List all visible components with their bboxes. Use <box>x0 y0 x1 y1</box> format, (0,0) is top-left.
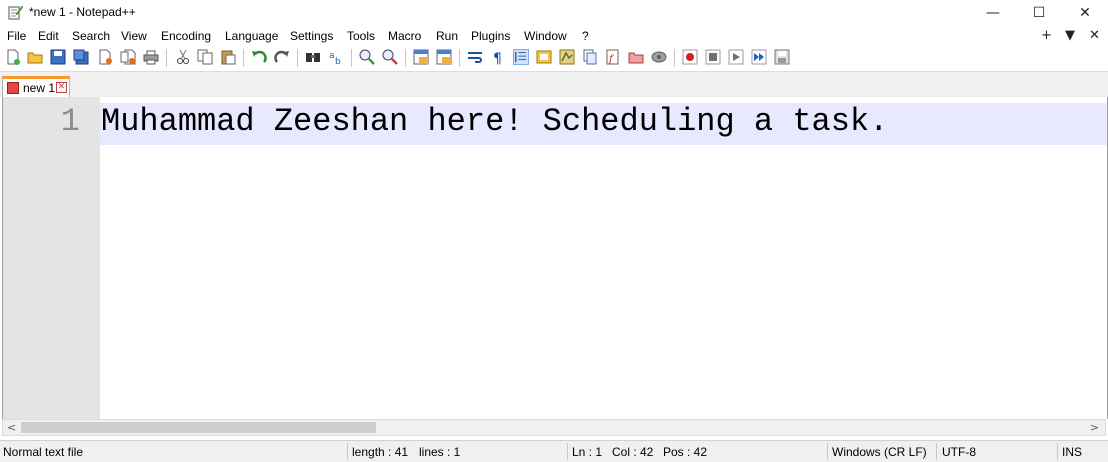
toolbar-separator <box>459 49 460 67</box>
close-window-button[interactable]: ✕ <box>1062 0 1108 26</box>
status-eol-format[interactable]: Windows (CR LF) <box>832 445 927 459</box>
toolbar-separator <box>243 49 244 67</box>
undo-icon[interactable] <box>251 49 267 65</box>
record-macro-icon[interactable] <box>682 49 698 65</box>
close-all-icon[interactable] <box>120 49 136 65</box>
toolbar: ab ¶ f <box>0 46 1108 70</box>
zoom-out-icon[interactable] <box>382 49 398 65</box>
redo-icon[interactable] <box>274 49 290 65</box>
document-map-icon[interactable] <box>559 49 575 65</box>
paste-icon[interactable] <box>220 49 236 65</box>
copy-icon[interactable] <box>197 49 213 65</box>
tab-label: new 1 <box>23 81 56 95</box>
folder-as-workspace-icon[interactable] <box>628 49 644 65</box>
status-line: Ln : 1 <box>572 445 603 459</box>
scroll-right-arrow[interactable]: > <box>1090 421 1099 434</box>
horizontal-scrollbar[interactable]: < > <box>2 419 1106 436</box>
new-file-icon[interactable] <box>5 49 21 65</box>
run-macro-multiple-icon[interactable] <box>751 49 767 65</box>
menu-view[interactable]: View <box>121 29 147 43</box>
window-title: *new 1 - Notepad++ <box>29 5 136 19</box>
status-separator <box>936 443 937 460</box>
maximize-button[interactable]: ☐ <box>1016 0 1062 26</box>
title-bar: *new 1 - Notepad++ — ☐ ✕ <box>0 0 1108 26</box>
scrollbar-thumb[interactable] <box>21 422 376 433</box>
svg-text:¶: ¶ <box>493 51 502 65</box>
tab-close-icon[interactable]: ✕ <box>56 82 67 93</box>
menu-help[interactable]: ? <box>582 29 589 43</box>
status-file-type: Normal text file <box>3 445 84 459</box>
line-number-gutter: 1 <box>3 97 100 419</box>
playback-macro-icon[interactable] <box>728 49 744 65</box>
notepad-plus-plus-logo-icon <box>8 5 23 20</box>
find-icon[interactable] <box>305 49 321 65</box>
word-wrap-icon[interactable] <box>467 49 483 65</box>
menu-file[interactable]: File <box>7 29 26 43</box>
status-position: Pos : 42 <box>663 445 708 459</box>
menu-macro[interactable]: Macro <box>388 29 421 43</box>
status-encoding[interactable]: UTF-8 <box>942 445 976 459</box>
replace-icon[interactable]: ab <box>328 49 344 65</box>
toolbar-separator <box>297 49 298 67</box>
status-column: Col : 42 <box>612 445 654 459</box>
unsaved-document-icon <box>7 82 19 94</box>
menu-plugins[interactable]: Plugins <box>471 29 510 43</box>
menu-language[interactable]: Language <box>225 29 278 43</box>
indent-guide-icon[interactable] <box>513 49 529 65</box>
menu-edit[interactable]: Edit <box>38 29 59 43</box>
add-new-tab-button[interactable]: + <box>1041 28 1052 43</box>
function-list-icon[interactable]: f <box>605 49 621 65</box>
save-icon[interactable] <box>50 49 66 65</box>
stop-recording-icon[interactable] <box>705 49 721 65</box>
sync-vertical-icon[interactable] <box>413 49 429 65</box>
menu-bar: File Edit Search View Encoding Language … <box>0 27 1108 46</box>
tab-new-1[interactable]: new 1 ✕ <box>2 76 70 97</box>
open-file-icon[interactable] <box>27 49 43 65</box>
close-icon[interactable] <box>97 49 113 65</box>
editor-area[interactable]: 1 Muhammad Zeeshan here! Scheduling a ta… <box>2 97 1108 419</box>
tab-bar: new 1 ✕ <box>0 71 1108 97</box>
show-all-characters-icon[interactable]: ¶ <box>490 49 506 65</box>
line-number: 1 <box>60 103 80 140</box>
svg-text:b: b <box>335 57 341 65</box>
save-all-icon[interactable] <box>73 49 89 65</box>
menu-tools[interactable]: Tools <box>347 29 375 43</box>
toolbar-separator <box>674 49 675 67</box>
zoom-in-icon[interactable] <box>359 49 375 65</box>
close-document-button[interactable]: ✕ <box>1089 28 1100 43</box>
menu-window[interactable]: Window <box>524 29 567 43</box>
print-icon[interactable] <box>143 49 159 65</box>
status-separator <box>347 443 348 460</box>
status-bar: Normal text file length : 41 lines : 1 L… <box>0 440 1108 462</box>
status-separator <box>827 443 828 460</box>
toolbar-separator <box>351 49 352 67</box>
cut-icon[interactable] <box>175 49 191 65</box>
toolbar-separator <box>405 49 406 67</box>
editor-text-line[interactable]: Muhammad Zeeshan here! Scheduling a task… <box>101 103 888 141</box>
minimize-button[interactable]: — <box>970 0 1016 26</box>
toolbar-separator <box>166 49 167 67</box>
tab-list-dropdown-button[interactable]: ▼ <box>1065 28 1075 43</box>
menu-settings[interactable]: Settings <box>290 29 333 43</box>
document-list-icon[interactable] <box>582 49 598 65</box>
sync-horizontal-icon[interactable] <box>436 49 452 65</box>
menu-search[interactable]: Search <box>72 29 110 43</box>
monitoring-icon[interactable] <box>651 49 667 65</box>
save-macro-icon[interactable] <box>774 49 790 65</box>
user-defined-language-icon[interactable] <box>536 49 552 65</box>
menu-run[interactable]: Run <box>436 29 458 43</box>
svg-text:a: a <box>329 51 335 61</box>
status-length: length : 41 <box>352 445 409 459</box>
menu-encoding[interactable]: Encoding <box>161 29 211 43</box>
status-separator <box>567 443 568 460</box>
status-separator <box>1057 443 1058 460</box>
scroll-left-arrow[interactable]: < <box>7 421 16 434</box>
status-insert-mode: INS <box>1062 445 1083 459</box>
status-lines: lines : 1 <box>419 445 461 459</box>
